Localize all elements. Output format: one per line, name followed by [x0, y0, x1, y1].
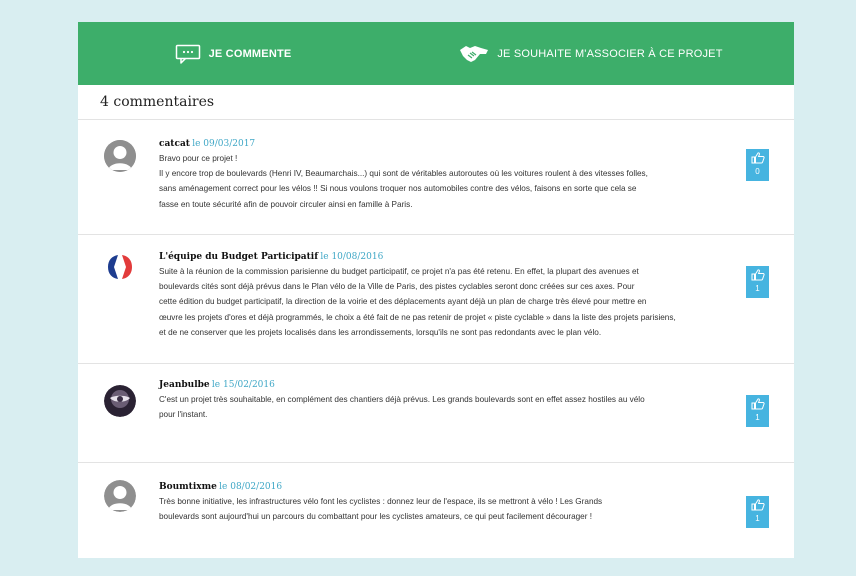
like-count: 1 — [755, 413, 760, 422]
thumbs-up-icon — [751, 398, 765, 410]
thumbs-up-icon — [751, 499, 765, 511]
paris-logo-avatar-icon — [104, 251, 136, 283]
like-count: 1 — [755, 514, 760, 523]
comment-author: Boumtixme — [159, 482, 217, 492]
comment-text-line: œuvre les projets d'ores et déjà program… — [159, 312, 676, 322]
thumbs-up-icon — [751, 152, 765, 164]
like-button[interactable]: 1 — [746, 496, 769, 528]
comment-text-line: et de ne conserver que les projets local… — [159, 327, 602, 337]
default-user-avatar-icon — [104, 140, 136, 172]
speech-bubble-icon — [175, 44, 200, 64]
comment-date: le 09/03/2017 — [192, 139, 256, 149]
comment-item: L'équipe du Budget Participatif le 10/08… — [78, 235, 794, 364]
comments-panel: JE COMMENTE JE SOUHAITE M'ASSOCIER À CE … — [78, 22, 794, 558]
comment-text-line: Suite à la réunion de la commission pari… — [159, 267, 639, 276]
comments-count: 4 commentaires — [78, 85, 794, 120]
comment-text-line: Il y encore trop de boulevards (Henri IV… — [159, 169, 648, 179]
like-count: 1 — [755, 284, 760, 293]
comment-item: Boumtixme le 08/02/2016 Très bonne initi… — [78, 463, 794, 561]
comment-text-line: fasse en toute sécurité afin de pouvoir … — [159, 199, 413, 209]
like-button[interactable]: 0 — [746, 149, 769, 181]
project-action-bar: JE COMMENTE JE SOUHAITE M'ASSOCIER À CE … — [78, 22, 794, 85]
comment-text-line: sans aménagement correct pour les vélos … — [159, 184, 637, 194]
comment-text-line: C'est un projet très souhaitable, en com… — [159, 395, 645, 404]
comment-item: Jeanbulbe le 15/02/2016 C'est un projet … — [78, 364, 794, 463]
like-count: 0 — [755, 167, 760, 176]
user-photo-avatar-icon — [104, 385, 136, 417]
comment-date: le 10/08/2016 — [320, 252, 384, 262]
comment-author: L'équipe du Budget Participatif — [159, 252, 319, 262]
comments-count-label: 4 commentaires — [100, 94, 215, 110]
comment-author: Jeanbulbe — [159, 380, 210, 390]
default-user-avatar-icon — [104, 480, 136, 512]
comment-author: catcat — [159, 139, 190, 149]
associate-project-button[interactable]: JE SOUHAITE M'ASSOCIER À CE PROJET — [388, 44, 794, 64]
comment-button[interactable]: JE COMMENTE — [78, 44, 388, 64]
like-button[interactable]: 1 — [746, 395, 769, 427]
comment-text-line: Bravo pour ce projet ! — [159, 154, 238, 163]
comment-item: catcat le 09/03/2017 Bravo pour ce proje… — [78, 120, 794, 235]
comment-text-line: pour l'instant. — [159, 410, 208, 420]
comment-text-line: Très bonne initiative, les infrastructur… — [159, 497, 603, 506]
like-button[interactable]: 1 — [746, 266, 769, 298]
thumbs-up-icon — [751, 269, 765, 281]
comment-date: le 08/02/2016 — [219, 482, 283, 492]
handshake-icon — [460, 45, 489, 62]
comment-text-line: boulevards sont aujourd'hui un parcours … — [159, 512, 593, 522]
associate-button-label: JE SOUHAITE M'ASSOCIER À CE PROJET — [497, 47, 723, 60]
comment-date: le 15/02/2016 — [211, 380, 275, 390]
comment-button-label: JE COMMENTE — [208, 47, 292, 60]
comment-text-line: boulevards cités sont déjà prévus dans l… — [159, 282, 635, 292]
comment-text-line: cette édition du budget participatif, la… — [159, 297, 647, 307]
